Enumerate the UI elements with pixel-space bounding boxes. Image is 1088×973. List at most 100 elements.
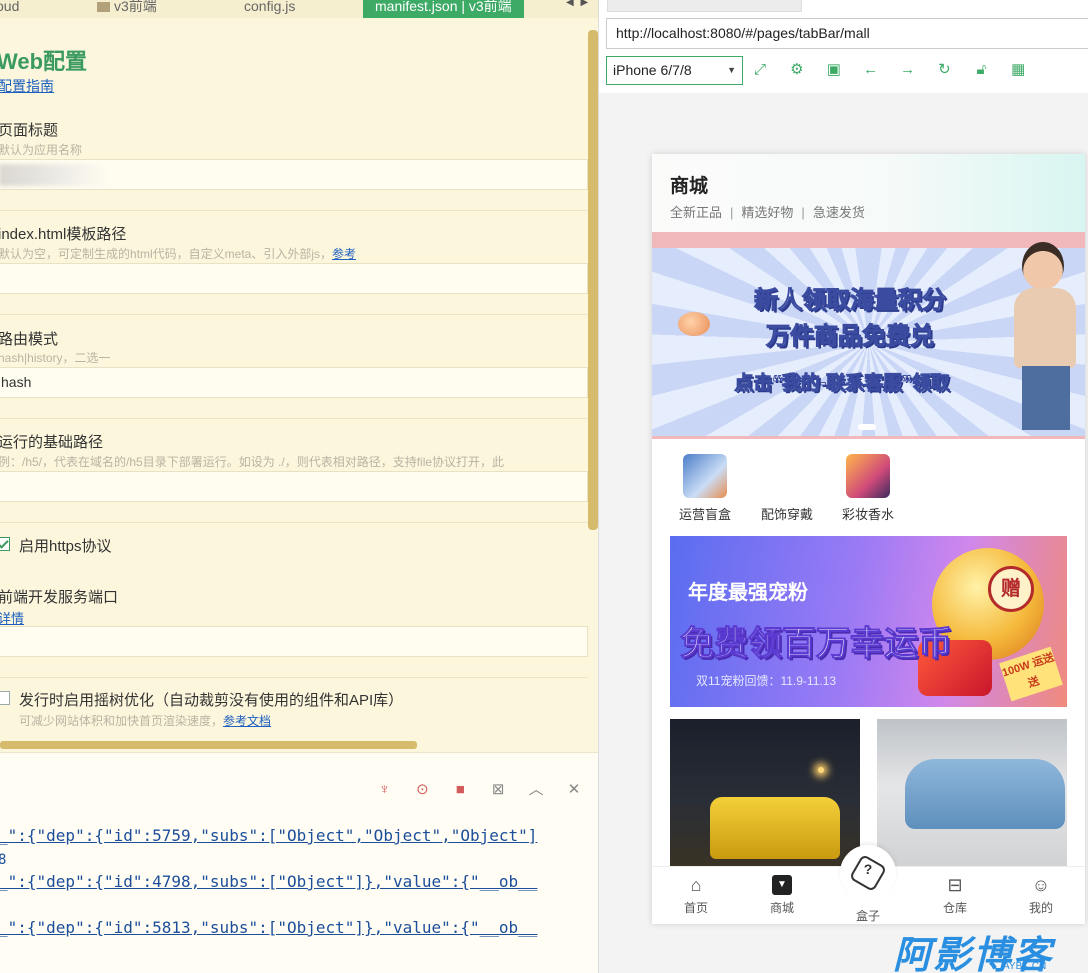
subtitle-item: 精选好物 bbox=[741, 205, 794, 220]
device-select[interactable]: iPhone 6/7/8 ▼ bbox=[606, 56, 743, 85]
console-line[interactable]: _":{"dep":{"id":4798,"subs":["Object"]},… bbox=[0, 872, 537, 891]
tab-oud[interactable]: oud bbox=[0, 0, 19, 18]
horizontal-scrollbar[interactable] bbox=[0, 741, 417, 749]
stop-icon[interactable]: ■ bbox=[452, 782, 468, 798]
smile-icon: ☺ bbox=[1031, 875, 1051, 895]
mall-icon: ▼ bbox=[772, 875, 792, 895]
tabbar-label: 我的 bbox=[1028, 901, 1053, 915]
base-path-hint: 例：/h5/，代表在域名的/h5目录下部署运行。如设为 ./，则代表相对路径，支… bbox=[0, 455, 505, 469]
section-heading: Web配置 bbox=[0, 49, 88, 74]
replay-icon[interactable]: ⊙ bbox=[414, 782, 430, 798]
console-line[interactable]: _":{"dep":{"id":5759,"subs":["Object","O… bbox=[0, 826, 537, 845]
tabbar-mall[interactable]: ▼ 商城 bbox=[752, 875, 812, 916]
question-icon: ? bbox=[863, 861, 873, 877]
banner-line-1: 新人领取海量积分 bbox=[754, 287, 947, 315]
clear-down-icon[interactable]: ✕ bbox=[566, 782, 582, 798]
dev-port-detail-link[interactable]: 详情 bbox=[0, 608, 24, 627]
tab-bar: ⌂ 首页 ▼ 商城 ? 盒子 ⊟ 仓库 ☺ 我的 bbox=[652, 845, 1085, 924]
page-title-input[interactable] bbox=[0, 159, 588, 190]
watermark: 阿影博客 AYBK.CN bbox=[893, 924, 1088, 973]
web-config-form: Web配置 配置指南 页面标题 默认为应用名称 index.html模板路径 默… bbox=[0, 18, 588, 750]
page-title-label: 页面标题 bbox=[0, 122, 59, 139]
template-path-input[interactable] bbox=[0, 263, 588, 294]
category-accessories[interactable]: 配饰穿戴 bbox=[752, 454, 822, 523]
tab-v3-frontend[interactable]: v3前端 bbox=[97, 0, 157, 18]
carousel-indicator[interactable] bbox=[858, 424, 876, 430]
promo-line-1: 年度最强宠粉 bbox=[688, 582, 808, 604]
router-mode-input[interactable]: hash bbox=[0, 367, 588, 398]
tree-shaking-checkbox[interactable] bbox=[0, 691, 10, 705]
template-path-label: index.html模板路径 bbox=[0, 226, 127, 243]
category-blind-box[interactable]: 运营盲盒 bbox=[670, 454, 740, 523]
clear-icon[interactable]: ⊠ bbox=[490, 782, 506, 798]
street-lamp bbox=[818, 767, 824, 773]
banner-line-3: 点击“我的-联系客服”领取 bbox=[734, 373, 950, 395]
preview-tab[interactable] bbox=[607, 0, 802, 12]
divider bbox=[0, 677, 588, 678]
product-card[interactable] bbox=[670, 719, 860, 869]
editor-tab-bar: oud v3前端 config.js manifest.json | v3前端 … bbox=[0, 0, 598, 18]
template-path-ref-link[interactable]: 参考 bbox=[332, 247, 356, 261]
tabbar-label: 盒子 bbox=[855, 909, 880, 923]
gift-badge: 赠 bbox=[988, 566, 1034, 612]
divider bbox=[0, 522, 588, 523]
promo-line-3: 双11宠粉回馈：11.9-11.13 bbox=[696, 674, 837, 688]
page-title-hint: 默认为应用名称 bbox=[0, 143, 83, 157]
accessories-icon bbox=[765, 454, 809, 498]
rotate-icon[interactable]: ⤢ bbox=[751, 61, 769, 79]
tab-config-js[interactable]: config.js bbox=[244, 0, 295, 18]
tree-shaking-ref-link[interactable]: 参考文档 bbox=[223, 714, 271, 728]
base-path-label: 运行的基础路径 bbox=[0, 434, 104, 451]
chevron-up-icon[interactable]: ︿ bbox=[528, 782, 544, 798]
category-cosmetics[interactable]: 彩妆香水 bbox=[833, 454, 903, 523]
cosmetics-icon bbox=[846, 454, 890, 498]
category-label: 彩妆香水 bbox=[841, 507, 894, 522]
tab-manifest-json[interactable]: manifest.json | v3前端 bbox=[363, 0, 524, 18]
tab-scroll-arrows-icon[interactable]: ◀ ▶ bbox=[566, 0, 590, 8]
console-panel: ♆ ⊙ ■ ⊠ ︿ ✕ _":{"dep":{"id":5759,"subs":… bbox=[0, 752, 598, 973]
mall-subtitle: 全新正品 | 精选好物 | 急速发货 bbox=[670, 205, 865, 220]
banner-line-2: 万件商品免费兑 bbox=[766, 323, 935, 351]
template-path-hint: 默认为空，可定制生成的html代码，自定义meta、引入外部js，参考 bbox=[0, 247, 357, 261]
back-icon[interactable]: ← bbox=[862, 61, 880, 79]
watermark-subtext: AYBK.CN bbox=[1003, 961, 1047, 972]
tree-shaking-label: 发行时启用摇树优化（自动裁剪没有使用的组件和API库） bbox=[19, 692, 404, 709]
subtitle-item: 急速发货 bbox=[812, 205, 865, 220]
console-line[interactable]: _":{"dep":{"id":5813,"subs":["Object"]},… bbox=[0, 918, 537, 937]
caret-down-icon: ▼ bbox=[727, 65, 736, 75]
https-checkbox[interactable] bbox=[0, 537, 10, 551]
tabbar-home[interactable]: ⌂ 首页 bbox=[666, 875, 726, 916]
tabbar-mine[interactable]: ☺ 我的 bbox=[1011, 875, 1071, 916]
product-image-car bbox=[905, 759, 1065, 829]
folder-icon bbox=[97, 2, 110, 12]
base-path-input[interactable] bbox=[0, 471, 588, 502]
forward-icon[interactable]: → bbox=[899, 61, 917, 79]
tabbar-label: 仓库 bbox=[942, 901, 967, 915]
mall-header: 商城 全新正品 | 精选好物 | 急速发货 bbox=[652, 154, 1085, 232]
lock-icon[interactable]: 🔓︎ bbox=[972, 61, 990, 79]
config-guide-link[interactable]: 配置指南 bbox=[0, 76, 54, 96]
vertical-scrollbar[interactable] bbox=[588, 30, 598, 530]
tabbar-warehouse[interactable]: ⊟ 仓库 bbox=[925, 875, 985, 916]
settings-icon[interactable]: ⚙ bbox=[788, 61, 806, 79]
qrcode-icon[interactable]: ▦ bbox=[1009, 61, 1027, 79]
dev-port-label: 前端开发服务端口 bbox=[0, 589, 119, 606]
lucky-coin-promo[interactable]: 赠 100W 运送送 年度最强宠粉 免费领百万幸运币 双11宠粉回馈：11.9-… bbox=[670, 536, 1067, 707]
divider bbox=[0, 210, 588, 211]
promo-banner[interactable]: 新人领取海量积分 万件商品免费兑 点击“我的-联系客服”领取 bbox=[652, 232, 1085, 439]
console-line: 8 bbox=[0, 852, 7, 868]
product-card[interactable] bbox=[877, 719, 1067, 869]
dev-port-input[interactable] bbox=[0, 626, 588, 657]
bug-icon[interactable]: ♆ bbox=[377, 782, 393, 798]
console-toolbar: ♆ ⊙ ■ ⊠ ︿ ✕ bbox=[359, 781, 582, 799]
mall-title: 商城 bbox=[670, 176, 709, 197]
blind-box-icon bbox=[683, 454, 727, 498]
planet-icon bbox=[678, 312, 710, 336]
terminal-icon[interactable]: ▣ bbox=[825, 61, 843, 79]
subtitle-item: 全新正品 bbox=[670, 205, 723, 220]
url-bar[interactable]: http://localhost:8080/#/pages/tabBar/mal… bbox=[606, 18, 1088, 49]
tabbar-box[interactable]: ? 盒子 bbox=[838, 845, 898, 924]
product-image-car bbox=[710, 797, 840, 859]
tab-label: v3前端 bbox=[114, 0, 157, 14]
refresh-icon[interactable]: ↻ bbox=[935, 61, 953, 79]
